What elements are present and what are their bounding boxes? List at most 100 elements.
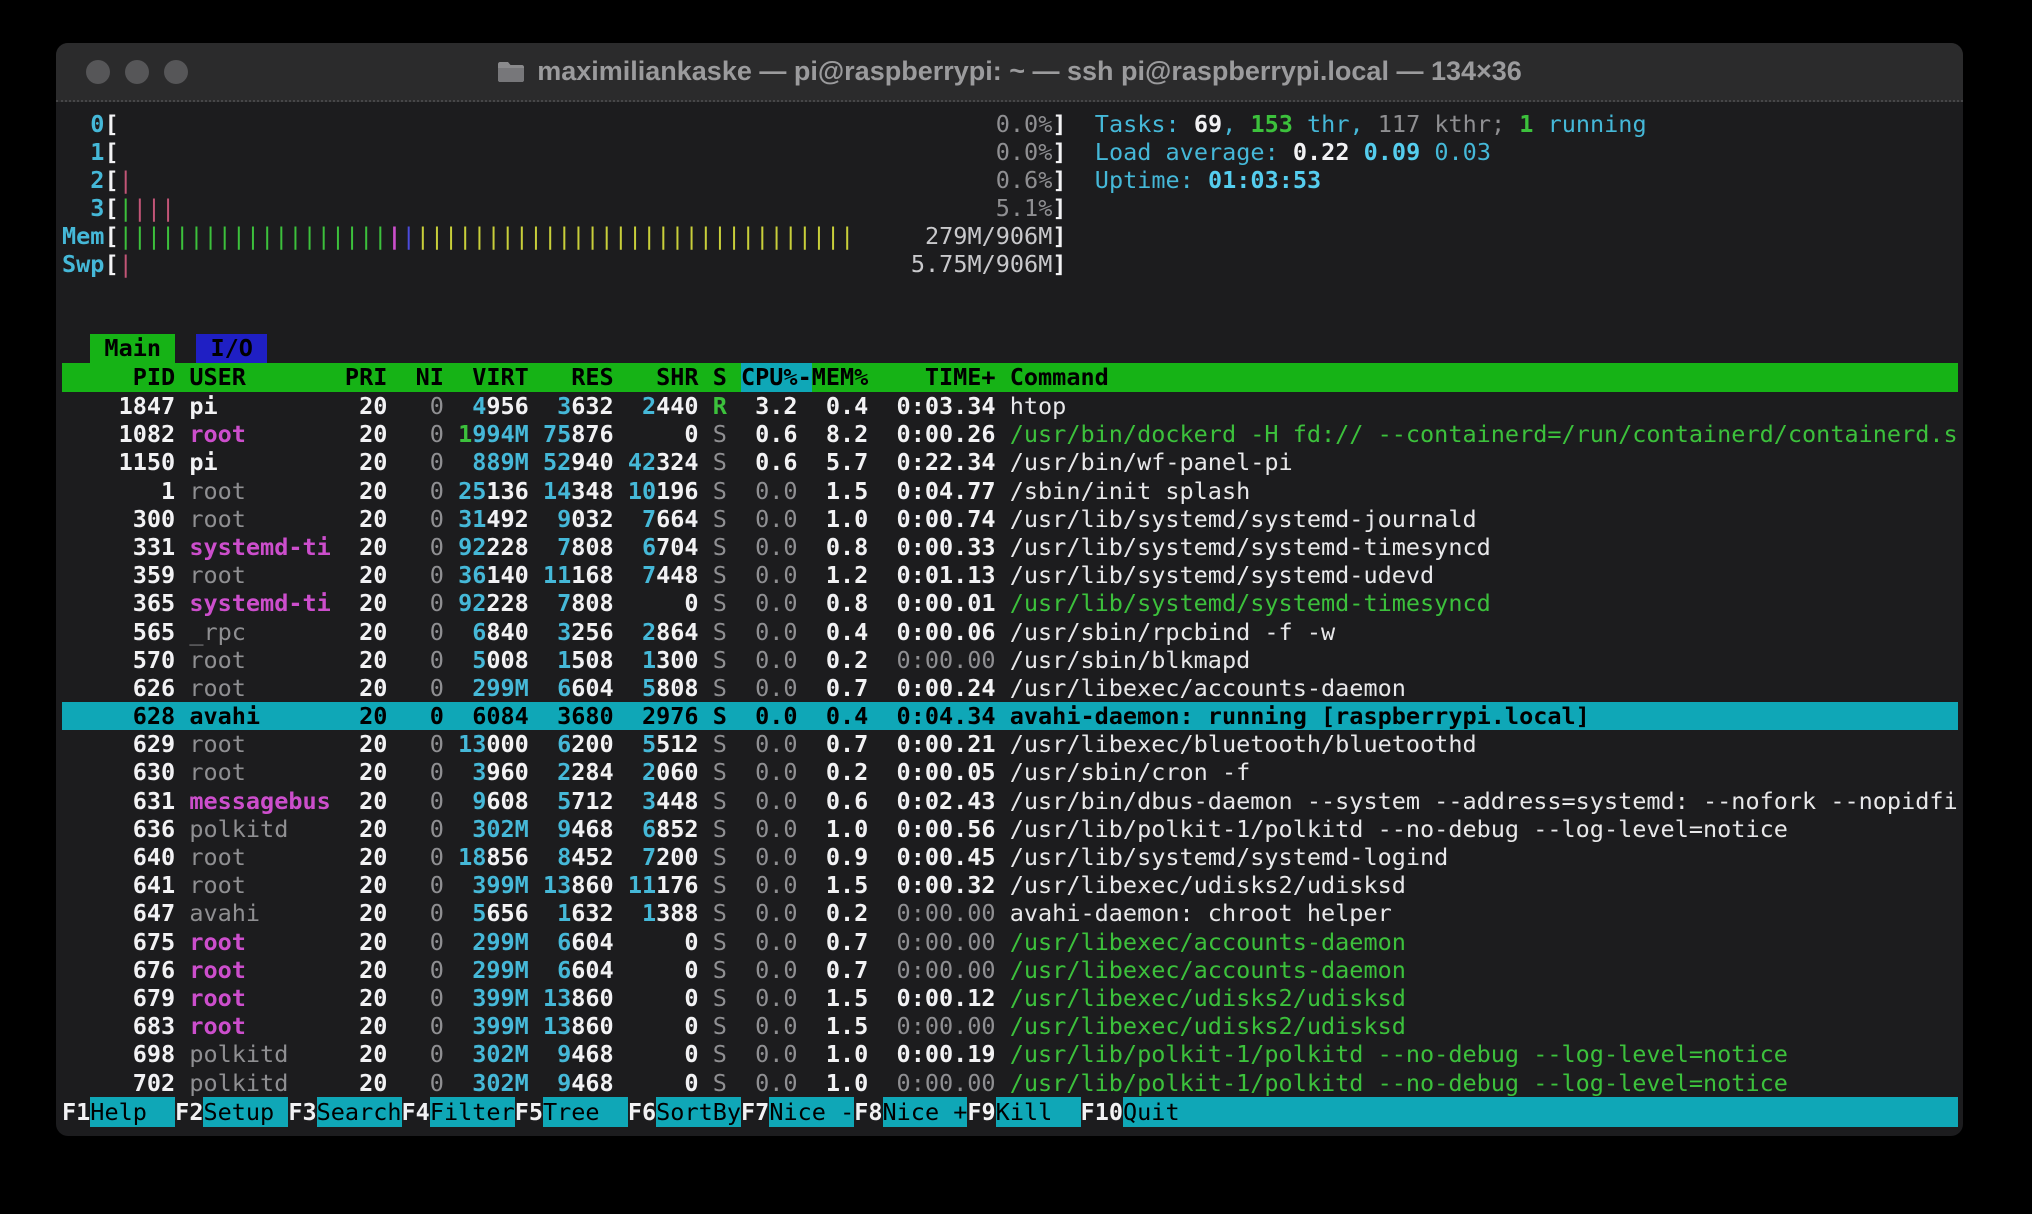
process-row[interactable]: 359root20036140111687448S0.01.20:01.13/u…	[62, 561, 1958, 589]
cell-time: 0:00.00	[882, 1069, 995, 1097]
process-row[interactable]: 1847pi200495636322440R3.20.40:03.34htop	[62, 392, 1958, 420]
title-bar[interactable]: maximiliankaske — pi@raspberrypi: ~ — ss…	[56, 43, 1963, 102]
process-row[interactable]: 676root200299M66040S0.00.70:00.00/usr/li…	[62, 956, 1958, 984]
meter-bar: |5.75M/906M	[119, 250, 1053, 278]
fkey-action-search[interactable]: Search	[317, 1097, 402, 1127]
cell-cmd: /usr/bin/wf-panel-pi	[1010, 448, 1958, 476]
cell-s: S	[713, 1012, 727, 1040]
cell-ni: 0	[402, 1069, 444, 1097]
meter-line: 1[0.0%]Load average: 0.22 0.09 0.03	[62, 138, 1963, 166]
process-row[interactable]: 647avahi200565616321388S0.00.20:00.00ava…	[62, 899, 1958, 927]
column-header-res[interactable]: RES	[543, 363, 614, 392]
process-row[interactable]: 300root2003149290327664S0.01.00:00.74/us…	[62, 505, 1958, 533]
process-row[interactable]: 629root2001300062005512S0.00.70:00.21/us…	[62, 730, 1958, 758]
cell-shr: 0	[628, 420, 699, 448]
cell-res: 9032	[543, 505, 614, 533]
close-button[interactable]	[86, 60, 110, 84]
cell-pri: 20	[345, 843, 387, 871]
cell-shr: 0	[628, 956, 699, 984]
cell-ni: 0	[402, 787, 444, 815]
cell-pri: 20	[345, 787, 387, 815]
minimize-button[interactable]	[125, 60, 149, 84]
cell-mem: 1.0	[812, 1040, 869, 1068]
cell-mem: 0.4	[812, 618, 869, 646]
cell-shr: 2060	[628, 758, 699, 786]
process-row[interactable]: 636polkitd200302M94686852S0.01.00:00.56/…	[62, 815, 1958, 843]
cell-s: S	[713, 646, 727, 674]
column-header-cpu[interactable]: CPU%-	[741, 363, 798, 392]
column-header-mem[interactable]: MEM%	[812, 363, 869, 392]
column-header-pri[interactable]: PRI	[345, 363, 387, 392]
cell-pid: 676	[62, 956, 175, 984]
cell-virt: 399M	[458, 984, 529, 1012]
process-row[interactable]: 331systemd-ti2009222878086704S0.00.80:00…	[62, 533, 1958, 561]
cell-res: 6604	[543, 928, 614, 956]
process-row[interactable]: 630root200396022842060S0.00.20:00.05/usr…	[62, 758, 1958, 786]
cell-cpu: 0.0	[741, 477, 798, 505]
process-row[interactable]: 679root200399M138600S0.01.50:00.12/usr/l…	[62, 984, 1958, 1012]
cell-cpu: 0.0	[741, 646, 798, 674]
process-row[interactable]: 1root200251361434810196S0.01.50:04.77/sb…	[62, 477, 1958, 505]
cell-s: S	[713, 420, 727, 448]
fkey-action-sortby[interactable]: SortBy	[656, 1097, 741, 1127]
column-header-s[interactable]: S	[713, 363, 727, 392]
cell-time: 0:00.74	[882, 505, 995, 533]
process-row[interactable]: 640root2001885684527200S0.00.90:00.45/us…	[62, 843, 1958, 871]
cell-time: 0:00.33	[882, 533, 995, 561]
column-header-time[interactable]: TIME+	[882, 363, 995, 392]
process-row[interactable]: 1150pi200889M5294042324S0.65.70:22.34/us…	[62, 448, 1958, 476]
process-row[interactable]: 631messagebus200960857123448S0.00.60:02.…	[62, 787, 1958, 815]
fkey-action-nice[interactable]: Nice +	[883, 1097, 968, 1127]
cell-user: _rpc	[189, 618, 330, 646]
process-row[interactable]: 365systemd-ti2009222878080S0.00.80:00.01…	[62, 589, 1958, 617]
column-header-virt[interactable]: VIRT	[458, 363, 529, 392]
zoom-button[interactable]	[164, 60, 188, 84]
window-title: maximiliankaske — pi@raspberrypi: ~ — ss…	[497, 56, 1522, 87]
column-header-shr[interactable]: SHR	[628, 363, 699, 392]
fkey-action-kill[interactable]: Kill	[996, 1097, 1081, 1127]
process-row[interactable]: 565_rpc200684032562864S0.00.40:00.06/usr…	[62, 618, 1958, 646]
tab-main[interactable]: Main	[90, 334, 175, 363]
process-row[interactable]: 702polkitd200302M94680S0.01.00:00.00/usr…	[62, 1069, 1958, 1097]
tab-io[interactable]: I/O	[196, 334, 267, 363]
process-table-header[interactable]: PID USER PRI NI VIRT RES SHR S CPU%- MEM% TIME+ Com…	[62, 363, 1958, 392]
cell-s: S	[713, 674, 727, 702]
cell-pri: 20	[345, 1040, 387, 1068]
fkey-action-help[interactable]: Help	[90, 1097, 175, 1127]
cell-cmd: /usr/libexec/accounts-daemon	[1010, 928, 1958, 956]
fkey-action-nice[interactable]: Nice -	[769, 1097, 854, 1127]
process-row[interactable]: 570root200500815081300S0.00.20:00.00/usr…	[62, 646, 1958, 674]
system-info-line: Uptime: 01:03:53	[1095, 166, 1321, 194]
cell-shr: 5512	[628, 730, 699, 758]
cell-pid: 631	[62, 787, 175, 815]
cell-res: 9468	[543, 815, 614, 843]
cell-user: root	[189, 956, 330, 984]
cell-s: S	[713, 1069, 727, 1097]
fkey-action-setup[interactable]: Setup	[203, 1097, 288, 1127]
column-header-user[interactable]: USER	[189, 363, 330, 392]
process-row[interactable]: 641root200399M1386011176S0.01.50:00.32/u…	[62, 871, 1958, 899]
process-row[interactable]: 698polkitd200302M94680S0.01.00:00.19/usr…	[62, 1040, 1958, 1068]
window-title-text: maximiliankaske — pi@raspberrypi: ~ — ss…	[537, 56, 1522, 87]
column-header-cmd[interactable]: Command	[1010, 363, 1958, 392]
fkey-action-quit[interactable]: Quit	[1123, 1097, 1958, 1127]
column-header-pid[interactable]: PID	[62, 363, 175, 392]
cell-cmd: /usr/sbin/cron -f	[1010, 758, 1958, 786]
process-row-selected[interactable]: 628avahi200608436802976S0.00.40:04.34ava…	[62, 702, 1958, 730]
process-row[interactable]: 626root200299M66045808S0.00.70:00.24/usr…	[62, 674, 1958, 702]
column-header-ni[interactable]: NI	[402, 363, 444, 392]
process-row[interactable]: 1082root2001994M758760S0.68.20:00.26/usr…	[62, 420, 1958, 448]
fkey-number: F2	[175, 1097, 203, 1127]
process-row[interactable]: 675root200299M66040S0.00.70:00.00/usr/li…	[62, 928, 1958, 956]
fkey-action-filter[interactable]: Filter	[430, 1097, 515, 1127]
fkey-action-tree[interactable]: Tree	[543, 1097, 628, 1127]
cell-ni: 0	[402, 589, 444, 617]
cell-res: 14348	[543, 477, 614, 505]
cell-user: root	[189, 871, 330, 899]
process-row[interactable]: 683root200399M138600S0.01.50:00.00/usr/l…	[62, 1012, 1958, 1040]
cell-ni: 0	[402, 420, 444, 448]
meter-label: 3	[62, 194, 104, 222]
cell-time: 0:00.19	[882, 1040, 995, 1068]
cell-mem: 8.2	[812, 420, 869, 448]
cell-mem: 0.7	[812, 674, 869, 702]
